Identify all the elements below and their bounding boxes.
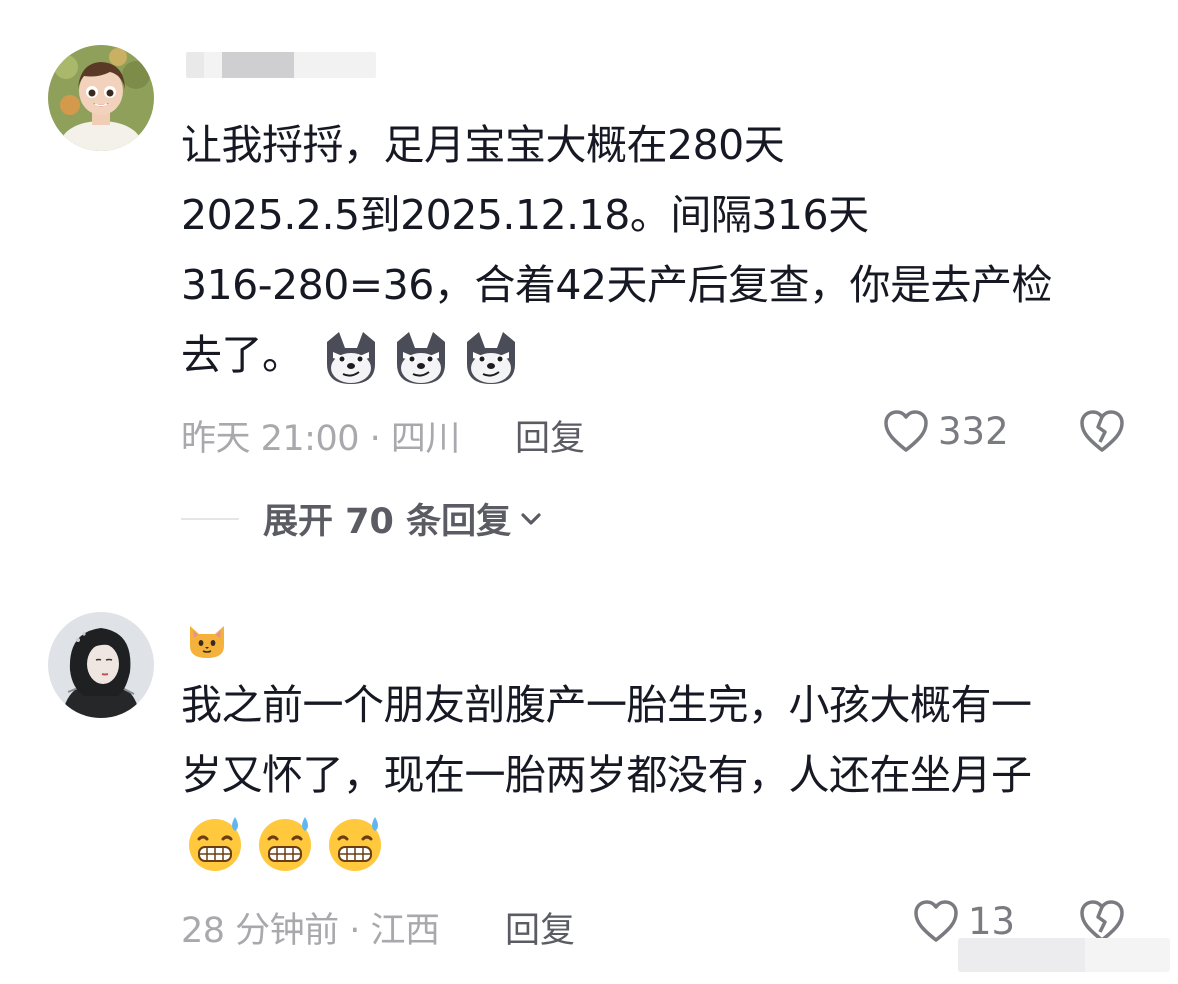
wolf-smirk-emoji (327, 332, 376, 384)
like-count: 332 (938, 409, 1009, 453)
sweat-grin-emoji (329, 817, 381, 871)
comment-line: 去了。 (181, 331, 303, 379)
avatar[interactable] (48, 45, 154, 151)
watermark-blurred (958, 938, 1170, 972)
comment-item: 让我捋捋，足月宝宝大概在280天 2025.2.5到2025.12.18。间隔3… (0, 0, 1178, 560)
comment-line-last: 去了。 (181, 320, 1052, 390)
emoji-row (181, 810, 1032, 873)
like-button[interactable]: 332 (882, 408, 1009, 454)
chevron-down-icon (521, 512, 541, 525)
heart-outline-icon (914, 900, 958, 942)
comment-item: 我之前一个朋友剖腹产一胎生完，小孩大概有一 岁又怀了，现在一胎两岁都没有，人还在… (0, 590, 1178, 984)
avatar-image (48, 612, 154, 718)
divider (181, 517, 239, 520)
dislike-button[interactable] (1078, 408, 1126, 458)
comment-line: 岁又怀了，现在一胎两岁都没有，人还在坐月子 (181, 751, 1032, 799)
avatar[interactable] (48, 612, 154, 718)
comment-line: 316-280=36，合着42天产后复查，你是去产检 (181, 261, 1053, 309)
wolf-smirk-emoji (397, 332, 446, 384)
broken-heart-icon (1080, 410, 1124, 452)
comment-text: 让我捋捋，足月宝宝大概在280天 2025.2.5到2025.12.18。间隔3… (181, 110, 1053, 390)
comment-time-location: 28 分钟前 · 江西 (181, 911, 440, 951)
comment-line: 我之前一个朋友剖腹产一胎生完，小孩大概有一 (181, 681, 1032, 729)
comment-list: 让我捋捋，足月宝宝大概在280天 2025.2.5到2025.12.18。间隔3… (0, 0, 1178, 984)
emoji-row (317, 328, 521, 388)
expand-replies-label: 展开 70 条回复 (263, 502, 512, 542)
username-blurred[interactable] (186, 52, 376, 78)
expand-replies-button[interactable]: 展开 70 条回复 (181, 493, 543, 544)
comment-line: 2025.2.5到2025.12.18。间隔316天 (181, 191, 869, 239)
sweat-grin-emoji (259, 817, 311, 871)
reply-button[interactable]: 回复 (505, 902, 575, 953)
cat-face-emoji (190, 626, 224, 658)
comment-time-location: 昨天 21:00 · 四川 (181, 419, 460, 459)
avatar-image (48, 45, 154, 151)
reply-button[interactable]: 回复 (515, 410, 585, 461)
wolf-smirk-emoji (467, 332, 516, 384)
comment-text: 我之前一个朋友剖腹产一胎生完，小孩大概有一 岁又怀了，现在一胎两岁都没有，人还在… (181, 670, 1032, 873)
heart-outline-icon (884, 410, 928, 452)
sweat-grin-emoji (189, 817, 241, 871)
like-count: 13 (968, 899, 1016, 943)
comment-line: 让我捋捋，足月宝宝大概在280天 (181, 121, 785, 169)
